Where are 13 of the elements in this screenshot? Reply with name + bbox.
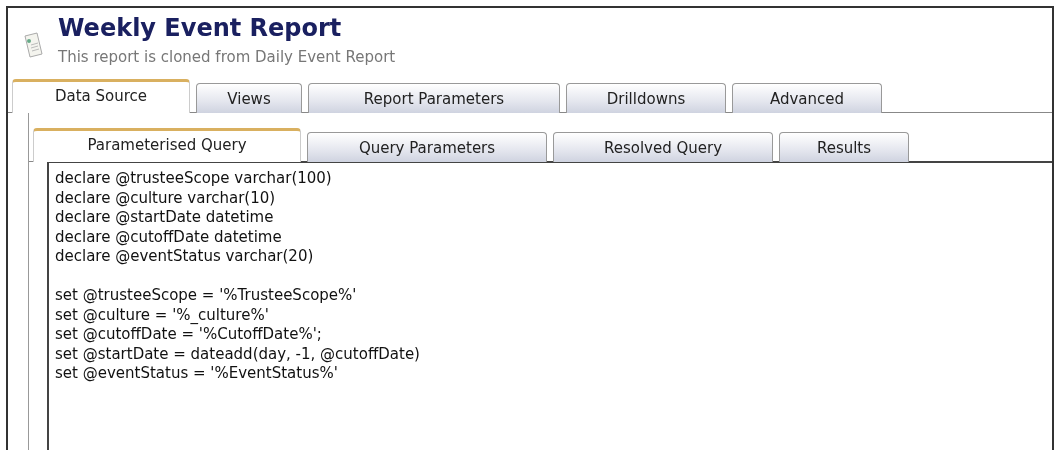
report-title: Weekly Event Report — [58, 14, 343, 42]
tab[interactable]: Resolved Query — [553, 132, 773, 162]
tab[interactable]: Results — [779, 132, 909, 162]
tab[interactable]: Parameterised Query — [33, 128, 301, 162]
tab[interactable]: Drilldowns — [566, 83, 726, 113]
tab[interactable]: Data Source — [12, 79, 190, 113]
tab[interactable]: Advanced — [732, 83, 882, 113]
tab[interactable]: Report Parameters — [308, 83, 560, 113]
tab[interactable]: Views — [196, 83, 302, 113]
document-icon — [22, 32, 44, 58]
report-subtitle: This report is cloned from Daily Event Report — [58, 48, 396, 66]
tab[interactable]: Query Parameters — [307, 132, 547, 162]
query-editor[interactable]: declare @trusteeScope varchar(100) declare @culture varchar(10) declare @startDate datetime declare @cutoffDate datetime declare @eventStatus varchar(20) set @trusteeScope = '%TrusteeScope%' set @culture = '%_culture%' set @cutoffDate = '%CutoffDate%'; set @startDate = dateadd(day, -1, @cutoffDate) set @eventStatus = '%EventStatus%' — [47, 161, 1052, 450]
